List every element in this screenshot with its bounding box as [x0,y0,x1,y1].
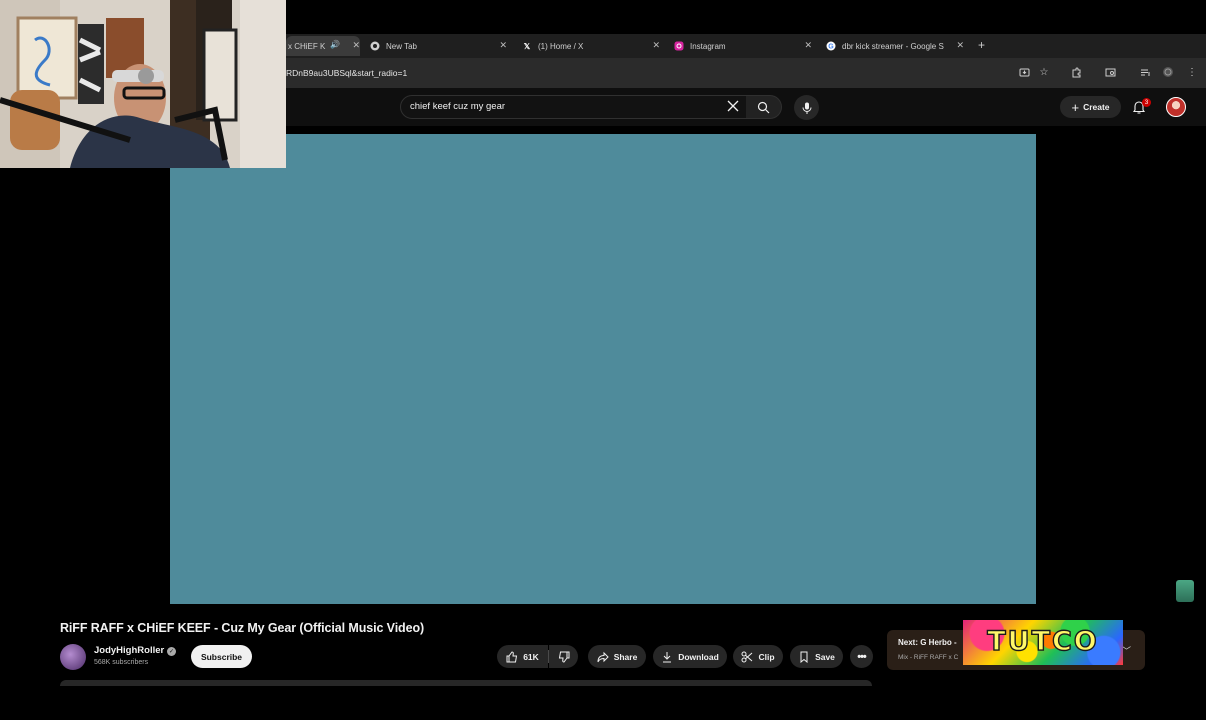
thumbs-up-icon [506,650,518,662]
create-button[interactable]: + Create [1060,96,1121,118]
share-button[interactable]: Share [588,645,646,668]
description-box[interactable] [60,680,872,686]
bookmark-icon [800,651,808,663]
tab-current-video[interactable]: x CHiEF K 🔊 ✕ [286,36,360,56]
verified-check-icon: ✓ [167,647,176,656]
webcam-overlay [0,0,286,168]
thumbs-down-icon [558,651,569,663]
notification-badge: 3 [1142,98,1151,107]
share-icon [597,651,609,662]
extensions-icon[interactable] [1070,66,1082,78]
new-tab-plus-icon[interactable]: + [978,38,985,52]
close-icon[interactable]: ✕ [499,40,507,51]
voice-search-button[interactable] [794,95,819,120]
close-icon[interactable]: ✕ [352,40,360,51]
chevron-down-icon[interactable]: ﹀ [1122,644,1131,657]
channel-avatar[interactable] [60,644,86,670]
chrome-icon [370,41,380,51]
profile-icon[interactable] [1162,66,1174,78]
svg-text:G: G [828,44,834,51]
x-logo-icon: 𝕏 [523,41,531,51]
screen: x CHiEF K 🔊 ✕ New Tab ✕ 𝕏 (1) Home / X ✕… [0,0,1206,720]
tab-title: dbr kick streamer - Google S [842,41,944,51]
search-input[interactable]: chief keef cuz my gear [410,101,505,112]
like-button[interactable]: 61K [497,645,548,668]
instagram-icon [674,41,684,51]
next-video-title: Next: G Herbo - [898,638,957,647]
more-horizontal-icon: ••• [857,650,867,663]
audio-icon: 🔊 [330,40,340,49]
download-button[interactable]: Download [653,645,727,668]
clip-button[interactable]: Clip [733,645,783,668]
install-app-icon[interactable] [1018,66,1030,78]
tab-title: New Tab [386,41,417,51]
bookmark-star-icon[interactable]: ☆ [1038,66,1050,78]
overlay-app-icon [1176,580,1194,602]
tab-title: (1) Home / X [538,41,584,51]
channel-name[interactable]: JodyHighRoller [94,645,164,656]
microphone-icon [802,102,811,114]
save-button[interactable]: Save [790,645,843,668]
close-icon[interactable]: ✕ [652,40,660,51]
media-control-icon[interactable] [1139,66,1151,78]
url-field[interactable]: RDnB9au3UBSql&start_radio=1 [286,68,407,78]
tab-search-icon[interactable] [1104,66,1116,78]
video-player[interactable] [170,134,1036,604]
subscribe-button[interactable]: Subscribe [191,645,252,668]
clear-search-icon[interactable] [726,99,740,113]
more-actions-button[interactable]: ••• [850,645,873,668]
tab-x-home[interactable]: 𝕏 (1) Home / X ✕ [522,36,660,56]
plus-icon: + [1071,99,1080,115]
tab-new-tab[interactable]: New Tab ✕ [370,36,507,56]
close-icon[interactable]: ✕ [804,40,812,51]
dislike-button[interactable] [549,645,578,668]
account-avatar[interactable] [1166,97,1186,117]
search-icon [757,101,770,113]
tab-title: x CHiEF K [288,41,326,51]
tab-google-search[interactable]: G dbr kick streamer - Google S ✕ [826,36,964,56]
search-button[interactable] [746,95,782,119]
download-label: Download [678,651,719,662]
close-icon[interactable]: ✕ [956,40,964,51]
tab-instagram[interactable]: Instagram ✕ [674,36,812,56]
video-title: RiFF RAFF x CHiEF KEEF - Cuz My Gear (Of… [60,621,425,635]
like-count: 61K [523,651,539,662]
create-label: Create [1083,102,1110,112]
share-label: Share [613,651,638,662]
browser-menu-icon[interactable]: ⋮ [1186,66,1198,78]
scissors-icon [741,651,753,662]
next-video-subtitle: Mix - RiFF RAFF x C [898,654,959,661]
subscriber-count: 568K subscribers [94,659,149,666]
download-icon [663,651,672,662]
save-label: Save [815,651,835,662]
tutco-banner-text: TUTCO [987,625,1099,657]
tab-title: Instagram [690,41,726,51]
clip-label: Clip [758,651,775,662]
google-icon: G [826,41,836,51]
